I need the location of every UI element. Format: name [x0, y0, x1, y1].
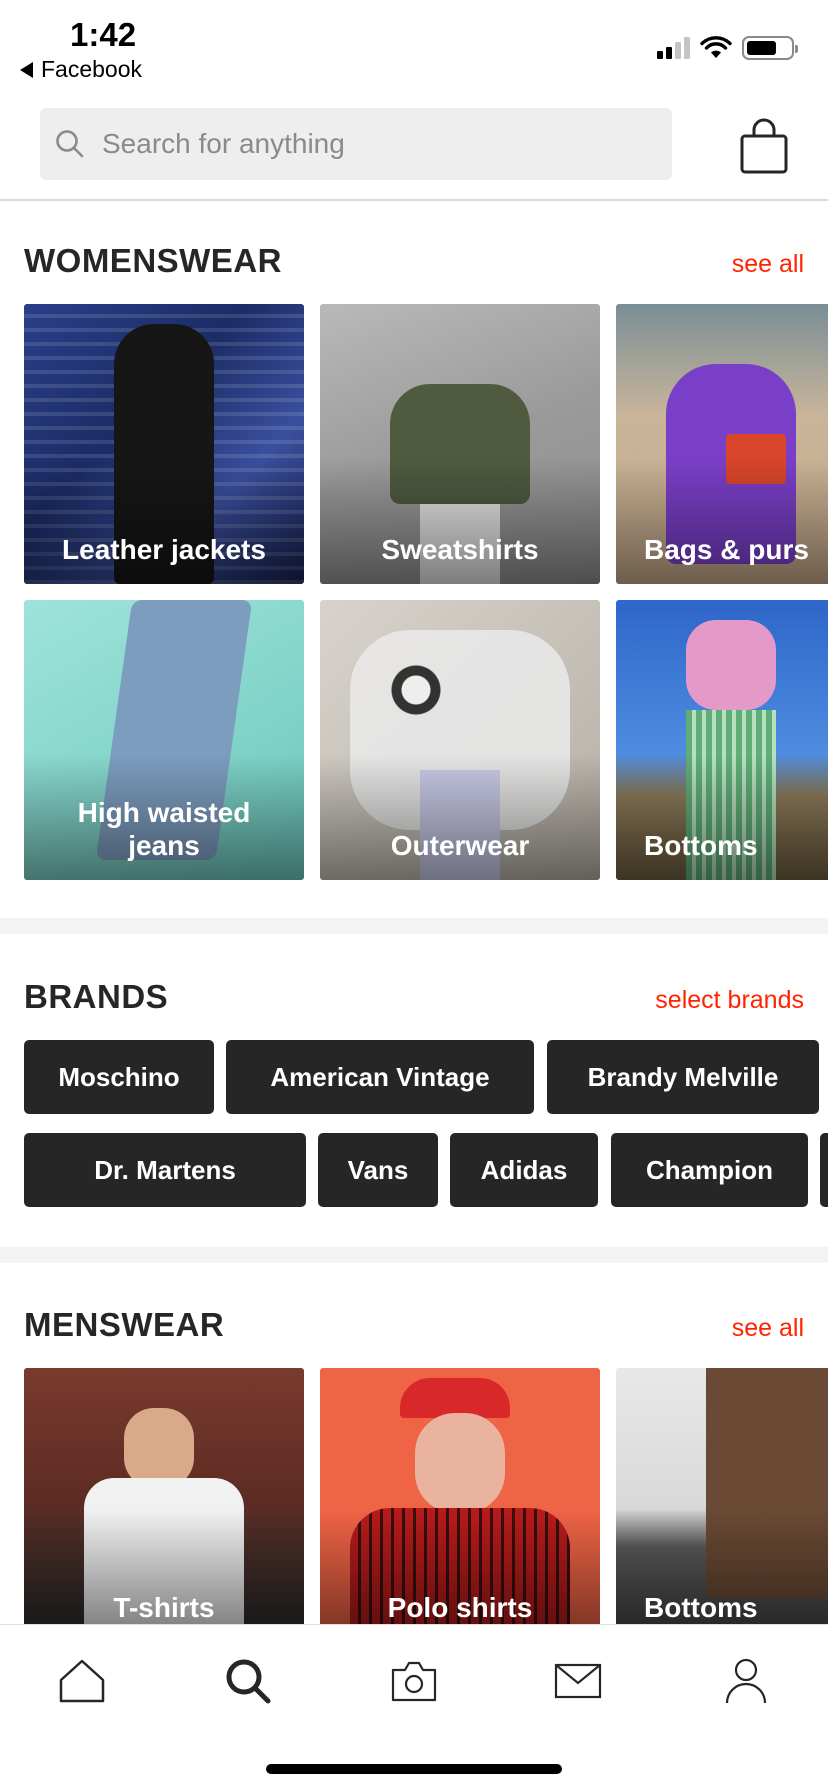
profile-icon — [725, 1658, 767, 1704]
section-separator — [0, 918, 828, 934]
tile-label: T-shirts — [113, 1592, 215, 1623]
tile-label: Polo shirts — [387, 1592, 533, 1623]
shopping-bag-icon — [740, 118, 788, 174]
brand-chip-american-vintage[interactable]: American Vintage — [226, 1040, 534, 1114]
home-indicator — [266, 1764, 562, 1774]
search-header — [0, 108, 828, 200]
cellular-signal-icon — [657, 37, 690, 59]
section-separator — [0, 1247, 828, 1263]
brand-chip-overflow[interactable] — [820, 1133, 828, 1207]
status-icons — [657, 36, 798, 60]
camera-icon — [391, 1661, 437, 1702]
category-tile-bags-purses[interactable]: Bags & purs — [616, 304, 828, 584]
status-bar: 1:42 Facebook — [0, 0, 828, 88]
womenswear-title: WOMENSWEAR — [24, 242, 282, 279]
tab-home[interactable] — [52, 1651, 112, 1711]
tile-label: Outerwear — [390, 830, 530, 861]
category-tile-outerwear[interactable]: Outerwear — [320, 600, 600, 880]
tab-messages[interactable] — [548, 1651, 608, 1711]
tab-search[interactable] — [218, 1651, 278, 1711]
tile-label: Bottoms — [644, 830, 758, 861]
tile-label: Bottoms — [644, 1592, 758, 1623]
category-tile-t-shirts[interactable]: T-shirts — [24, 1368, 304, 1624]
brand-chip-champion[interactable]: Champion — [611, 1133, 808, 1207]
tab-profile[interactable] — [716, 1651, 776, 1711]
category-tile-bottoms-mens[interactable]: Bottoms — [616, 1368, 828, 1624]
category-tile-polo-shirts[interactable]: Polo shirts — [320, 1368, 600, 1624]
category-tile-bottoms[interactable]: Bottoms — [616, 600, 828, 880]
womenswear-see-all-link[interactable]: see all — [732, 250, 804, 279]
back-arrow-icon — [20, 61, 33, 78]
search-icon — [226, 1659, 271, 1704]
wifi-icon — [700, 36, 732, 58]
brand-chip-moschino[interactable]: Moschino — [24, 1040, 214, 1114]
menswear-see-all-link[interactable]: see all — [732, 1314, 804, 1343]
tile-label: Leather jackets — [62, 534, 266, 565]
search-input[interactable] — [102, 128, 622, 160]
category-tile-sweatshirts[interactable]: Sweatshirts — [320, 304, 600, 584]
battery-icon — [742, 36, 798, 60]
tile-label: Bags & purs — [644, 534, 809, 565]
header-divider — [0, 199, 828, 201]
search-bar[interactable] — [40, 108, 672, 180]
brand-chip-vans[interactable]: Vans — [318, 1133, 438, 1207]
brand-chip-dr-martens[interactable]: Dr. Martens — [24, 1133, 306, 1207]
select-brands-link[interactable]: select brands — [655, 986, 804, 1015]
brand-chip-brandy-melville[interactable]: Brandy Melville — [547, 1040, 819, 1114]
mail-icon — [554, 1663, 602, 1699]
status-time: 1:42 — [70, 16, 137, 53]
menswear-title: MENSWEAR — [24, 1306, 225, 1343]
brand-chip-adidas[interactable]: Adidas — [450, 1133, 598, 1207]
tile-label: Sweatshirts — [381, 534, 539, 565]
brands-title: BRANDS — [24, 978, 169, 1015]
back-to-app-link[interactable]: Facebook — [20, 56, 142, 83]
category-tile-high-waisted-jeans[interactable]: High waisted jeans — [24, 600, 304, 880]
home-icon — [59, 1659, 105, 1703]
back-app-label: Facebook — [41, 56, 143, 82]
tile-label: High waisted jeans — [77, 797, 251, 861]
tab-camera[interactable] — [384, 1651, 444, 1711]
shopping-bag-button[interactable] — [738, 118, 790, 178]
category-tile-leather-jackets[interactable]: Leather jackets — [24, 304, 304, 584]
search-icon — [56, 130, 84, 158]
